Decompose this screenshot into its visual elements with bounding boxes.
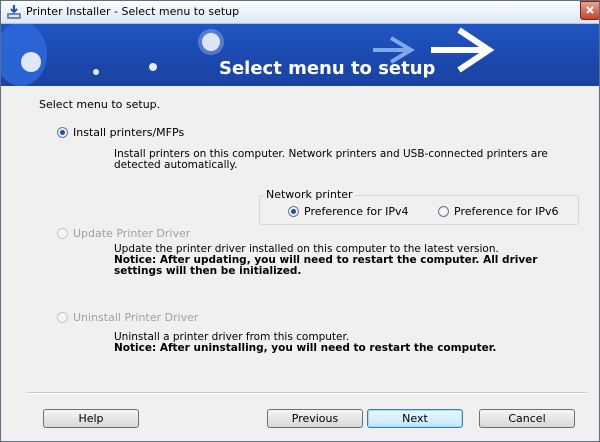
installer-icon <box>7 5 21 19</box>
next-button[interactable]: Next <box>367 409 463 428</box>
footer-separator <box>27 392 587 394</box>
network-printer-legend: Network printer <box>264 188 355 201</box>
help-button[interactable]: Help <box>43 409 139 428</box>
close-icon <box>586 6 594 14</box>
prompt-label: Select menu to setup. <box>39 98 161 111</box>
uninstall-driver-description: Uninstall a printer driver from this com… <box>114 332 496 354</box>
ipv4-label[interactable]: Preference for IPv4 <box>304 205 408 218</box>
ipv4-radio[interactable] <box>288 206 299 217</box>
install-printers-label[interactable]: Install printers/MFPs <box>73 126 184 139</box>
main-content: Select menu to setup. Install printers/M… <box>1 87 599 441</box>
install-printers-description: Install printers on this computer. Netwo… <box>114 149 548 171</box>
update-driver-radio[interactable] <box>57 228 68 239</box>
update-driver-label[interactable]: Update Printer Driver <box>73 227 190 240</box>
network-printer-group: Network printer Preference for IPv4 Pref… <box>259 188 579 225</box>
uninstall-notice-line: Notice: After uninstalling, you will nee… <box>114 342 497 354</box>
ipv6-radio[interactable] <box>438 206 449 217</box>
installer-window: Printer Installer - Select menu to setup… <box>0 0 600 442</box>
header-banner: Select menu to setup <box>1 24 599 86</box>
close-button[interactable] <box>580 1 599 20</box>
install-printers-radio[interactable] <box>57 127 68 138</box>
cancel-button[interactable]: Cancel <box>479 409 575 428</box>
update-driver-description: Update the printer driver installed on t… <box>114 244 538 277</box>
banner-title: Select menu to setup <box>219 58 436 79</box>
title-bar: Printer Installer - Select menu to setup <box>1 1 599 24</box>
update-notice-line-2: settings will then be initialized. <box>114 265 302 277</box>
window-title: Printer Installer - Select menu to setup <box>26 5 240 18</box>
ipv6-label[interactable]: Preference for IPv6 <box>454 205 558 218</box>
uninstall-driver-label[interactable]: Uninstall Printer Driver <box>73 311 198 324</box>
previous-button[interactable]: Previous <box>267 409 363 428</box>
uninstall-driver-radio[interactable] <box>57 312 68 323</box>
install-desc-line-2: detected automatically. <box>114 159 238 171</box>
